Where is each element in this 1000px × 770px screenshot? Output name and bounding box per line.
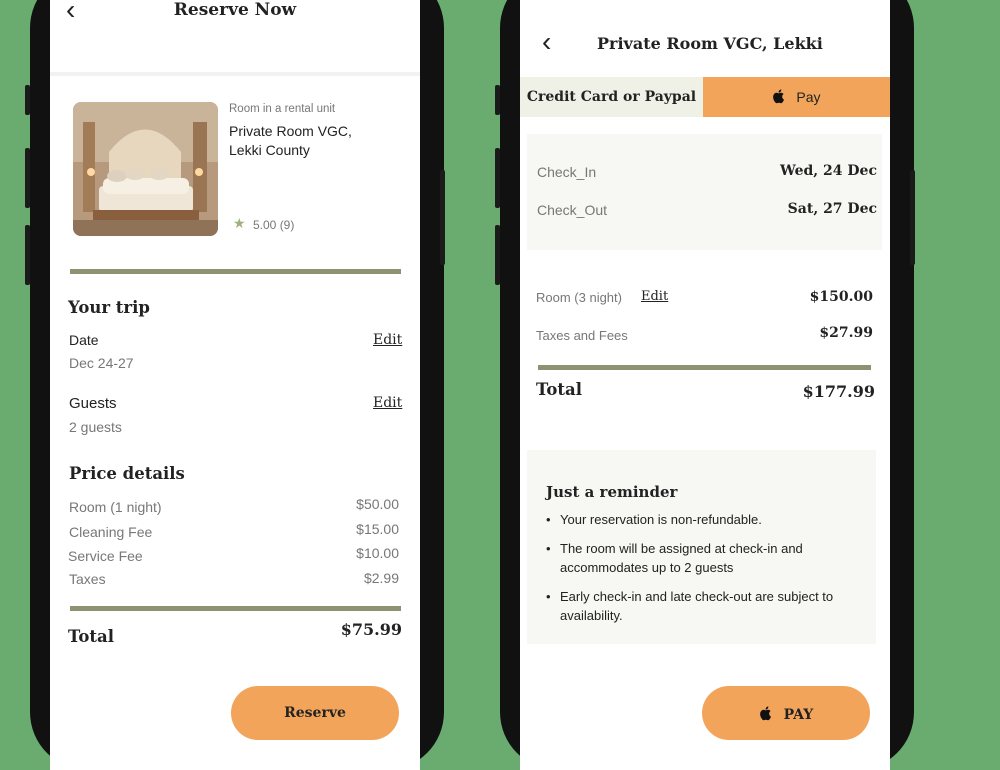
checkin-label: Check_In [537,164,597,180]
price-row-value: $15.00 [356,521,399,537]
side-button [495,85,500,115]
room-label: Room (3 night) [536,290,622,305]
reminder-panel: Just a reminder Your reservation is non-… [527,450,876,644]
guests-value: 2 guests [69,419,122,435]
price-row-value: $50.00 [356,496,399,512]
payment-tabs: Credit Card or Paypal Pay [520,77,890,117]
apple-pay-button[interactable]: PAY [702,686,870,740]
room-value: $150.00 [809,289,873,305]
pay-button-label: PAY [783,707,814,723]
total-value: $75.99 [340,620,402,639]
listing-type: Room in a rental unit [229,103,336,115]
side-button [25,148,30,208]
page-title: Reserve Now [173,0,297,20]
back-arrow-icon[interactable]: ‹ [542,28,551,56]
date-label: Date [69,332,99,348]
phone-right: ‹ Private Room VGC, Lekki Co Credit Card… [500,0,914,770]
phone-left: ‹ Reserve Now Room in a rental unit Priv… [30,0,444,770]
room-image [73,102,218,236]
header: ‹ Reserve Now [50,0,420,76]
edit-date-link[interactable]: Edit [373,332,402,348]
price-row-label: Room (1 night) [69,499,162,515]
price-details-title: Price details [69,464,185,483]
side-button [25,85,30,115]
side-button [495,225,500,285]
reminder-item: The room will be assigned at check-in an… [546,539,850,577]
tab-apple-pay[interactable]: Pay [703,77,890,117]
side-button [440,170,445,265]
tab-pay-label: Pay [796,89,821,105]
price-row-value: $2.99 [363,570,399,586]
date-value: Dec 24-27 [69,355,134,371]
divider [70,606,401,611]
edit-guests-link[interactable]: Edit [373,395,402,411]
apple-icon [772,89,790,107]
reminder-item: Your reservation is non-refundable. [546,510,860,529]
reserve-screen: ‹ Reserve Now Room in a rental unit Priv… [50,0,420,770]
listing-name-line2: Lekki County [229,142,310,158]
price-row-label: Taxes [69,571,106,587]
checkin-value: Wed, 24 Dec [780,163,877,179]
reminder-title: Just a reminder [546,483,678,501]
checkout-value: Sat, 27 Dec [787,201,877,217]
checkout-label: Check_Out [537,202,608,218]
taxes-label: Taxes and Fees [536,328,628,343]
price-row-label: Cleaning Fee [69,524,153,540]
total-value: $177.99 [802,382,875,401]
page-title: Private Room VGC, Lekki Co [597,34,823,53]
taxes-value: $27.99 [819,325,873,341]
stay-dates-panel: Check_In Wed, 24 Dec Check_Out Sat, 27 D… [527,134,882,250]
reminder-item: Early check-in and late check-out are su… [546,587,860,625]
divider [538,365,871,370]
side-button [910,170,915,265]
reserve-button[interactable]: Reserve [231,686,399,740]
side-button [495,148,500,208]
tab-credit-card[interactable]: Credit Card or Paypal [520,77,703,117]
side-button [25,225,30,285]
price-row-label: Service Fee [68,548,143,564]
listing-name-line1: Private Room VGC, [229,123,352,139]
star-icon: ★ [233,215,246,231]
total-label: Total [536,380,582,399]
payment-screen: ‹ Private Room VGC, Lekki Co Credit Card… [520,0,890,770]
divider [70,269,401,274]
guests-label: Guests [69,395,117,412]
rating: 5.00 (9) [253,218,295,232]
your-trip-title: Your trip [68,298,150,317]
total-label: Total [68,627,114,646]
apple-icon [759,706,778,725]
price-row-value: $10.00 [356,545,399,561]
edit-room-link[interactable]: Edit [641,289,668,304]
